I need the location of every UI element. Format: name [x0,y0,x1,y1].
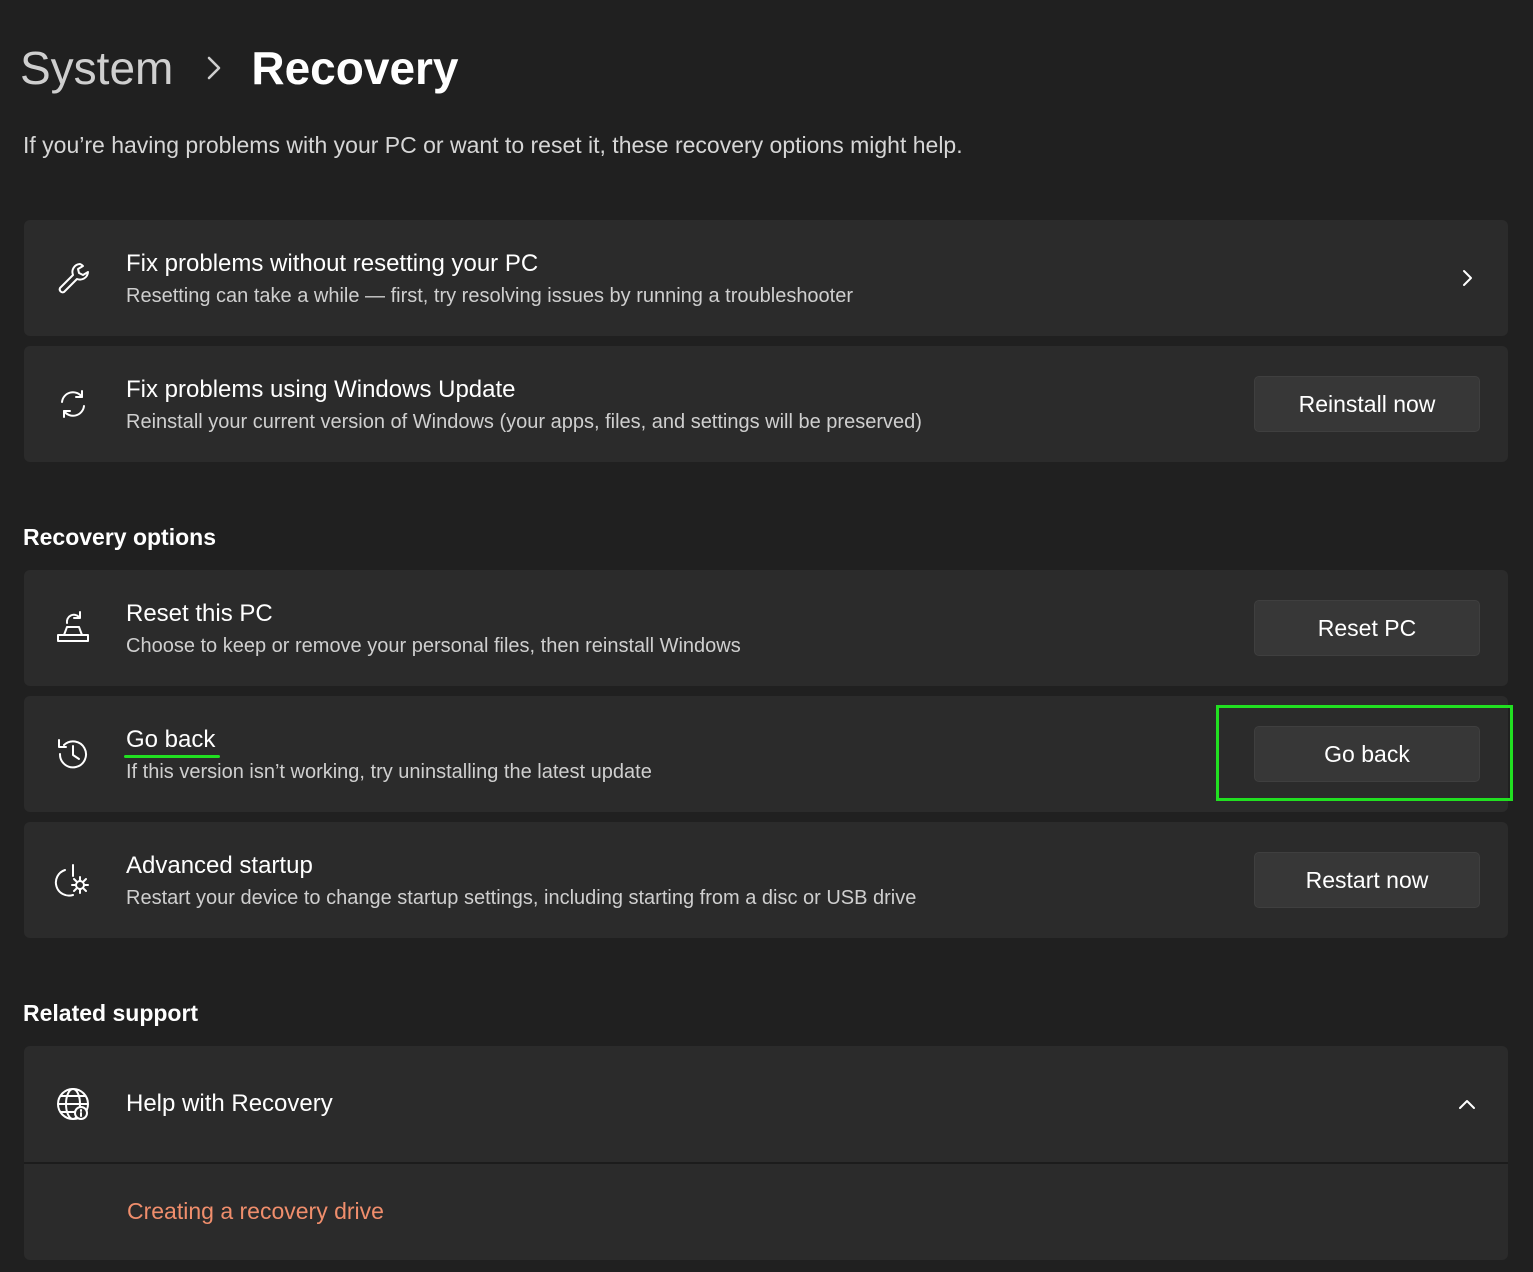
intro-text: If you’re having problems with your PC o… [23,132,963,158]
reset-pc-card: Reset this PC Choose to keep or remove y… [24,570,1508,686]
chevron-up-icon[interactable] [1456,1093,1478,1115]
go-back-button-highlight [1216,705,1513,801]
creating-recovery-drive-link[interactable]: Creating a recovery drive [127,1198,384,1225]
restart-now-button[interactable]: Restart now [1254,852,1480,908]
wrench-icon [54,259,92,297]
page-title: Recovery [251,42,459,94]
card-subtitle: Choose to keep or remove your personal f… [126,635,741,657]
card-title: Fix problems without resetting your PC [126,250,539,277]
sync-icon [54,385,92,423]
fix-without-reset-card[interactable]: Fix problems without resetting your PC R… [24,220,1508,336]
recovery-options-heading: Recovery options [23,524,216,550]
card-subtitle: Reinstall your current version of Window… [126,411,922,433]
card-title: Reset this PC [126,600,273,627]
globe-icon [54,1085,92,1123]
advanced-startup-icon [54,861,92,899]
related-support-heading: Related support [23,1000,199,1026]
breadcrumb-chevron-icon [205,55,223,81]
windows-update-card: Fix problems using Windows Update Reinst… [24,346,1508,462]
help-with-recovery-expander[interactable]: Help with Recovery [24,1046,1508,1162]
go-back-title-underline [124,755,220,758]
expander-title: Help with Recovery [126,1090,333,1117]
card-title: Go back [126,726,216,753]
reinstall-now-button[interactable]: Reinstall now [1254,376,1480,432]
advanced-startup-card: Advanced startup Restart your device to … [24,822,1508,938]
breadcrumb-system[interactable]: System [20,41,173,95]
history-icon [54,735,92,773]
card-subtitle: Restart your device to change startup se… [126,887,917,909]
card-subtitle: If this version isn’t working, try unins… [126,761,652,783]
card-title: Fix problems using Windows Update [126,376,516,403]
reset-pc-icon [54,609,92,647]
card-title: Advanced startup [126,852,313,879]
card-subtitle: Resetting can take a while — first, try … [126,285,854,307]
reset-pc-button[interactable]: Reset PC [1254,600,1480,656]
breadcrumb: System Recovery [20,38,459,98]
chevron-right-icon[interactable] [1456,267,1478,289]
